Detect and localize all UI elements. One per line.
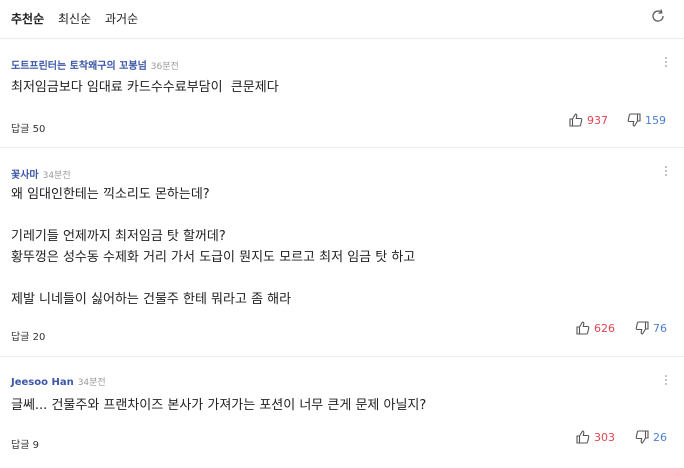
like-count: 303	[594, 430, 615, 444]
dislike-button[interactable]: 76	[634, 320, 667, 336]
sort-tab-oldest[interactable]: 과거순	[105, 10, 138, 27]
comment-meta: 도트프린터는 토착왜구의 꼬봉넘 36분전	[11, 57, 179, 72]
dislike-count: 76	[653, 321, 667, 335]
comment-text: 최저임금보다 임대료 카드수수료부담이 큰문제다	[11, 80, 279, 95]
thumbs-down-icon	[635, 321, 649, 335]
thumbs-up-icon	[569, 113, 583, 127]
more-options-icon[interactable]	[664, 375, 668, 387]
comment-time: 36분전	[150, 62, 179, 72]
reply-button[interactable]: 답글 20	[11, 328, 45, 343]
comment-meta: 꽃사마 34분전	[11, 166, 71, 181]
like-button[interactable]: 303	[575, 429, 615, 445]
like-count: 626	[594, 321, 615, 335]
comment-text: 글쎄... 건물주와 프랜차이즈 본사가 가져가는 포션이 너무 큰게 문제 아…	[11, 398, 427, 413]
thumbs-down-icon	[635, 430, 649, 444]
dislike-count: 159	[645, 113, 666, 127]
like-button[interactable]: 937	[568, 112, 608, 128]
comment-item: 꽃사마 34분전 왜 임대인한테는 끽소리도 몬하는데? 기레기들 언제까지 최저…	[0, 148, 684, 357]
more-options-icon[interactable]	[664, 57, 668, 69]
sort-tab-recommended[interactable]: 추천순	[11, 10, 44, 27]
refresh-icon[interactable]	[650, 8, 666, 24]
thumbs-up-icon	[576, 321, 590, 335]
comment-item: 도트프린터는 토착왜구의 꼬봉넘 36분전 최저임금보다 임대료 카드수수료부담이…	[0, 39, 684, 148]
comment-author[interactable]: Jeesoo Han	[11, 377, 74, 388]
like-count: 937	[587, 113, 608, 127]
dislike-button[interactable]: 159	[626, 112, 666, 128]
dislike-count: 26	[653, 430, 667, 444]
more-options-icon[interactable]	[664, 166, 668, 178]
comment-time: 34분전	[77, 378, 106, 388]
sort-tab-latest[interactable]: 최신순	[58, 10, 91, 27]
sort-bar: 추천순 최신순 과거순	[0, 0, 684, 39]
thumbs-up-icon	[576, 430, 590, 444]
comment-time: 34분전	[42, 171, 71, 181]
comment-author[interactable]: 도트프린터는 토착왜구의 꼬봉넘	[11, 61, 147, 72]
comment-item: Jeesoo Han 34분전 글쎄... 건물주와 프랜차이즈 본사가 가져가는…	[0, 357, 684, 468]
reply-button[interactable]: 답글 50	[11, 120, 45, 135]
reply-button[interactable]: 답글 9	[11, 436, 39, 451]
dislike-button[interactable]: 26	[634, 429, 667, 445]
comment-text: 왜 임대인한테는 끽소리도 몬하는데? 기레기들 언제까지 최저임금 탓 할꺼데…	[11, 187, 416, 307]
comment-meta: Jeesoo Han 34분전	[11, 375, 106, 388]
like-button[interactable]: 626	[575, 320, 615, 336]
thumbs-down-icon	[627, 113, 641, 127]
comment-author[interactable]: 꽃사마	[11, 170, 39, 181]
